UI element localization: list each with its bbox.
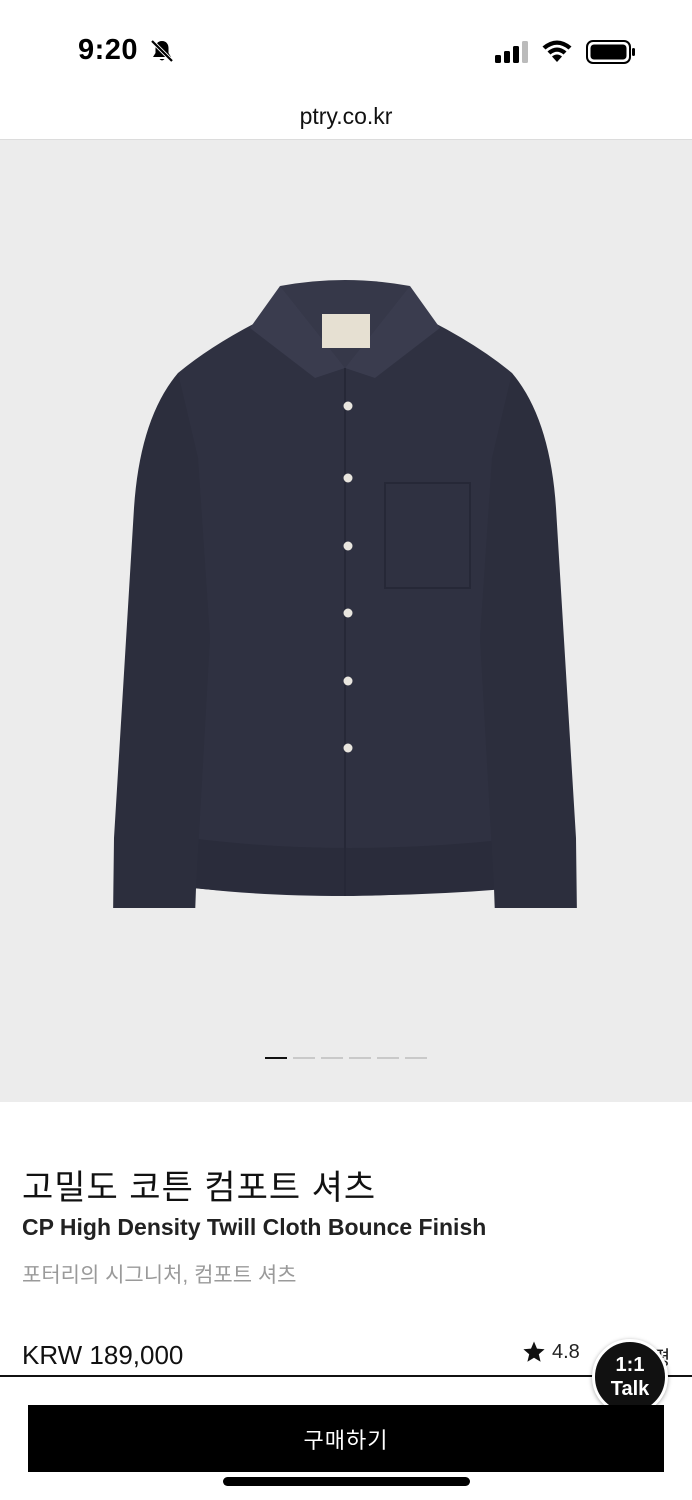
bell-slash-icon bbox=[150, 39, 174, 63]
url-text: ptry.co.kr bbox=[299, 103, 393, 129]
one-to-one-talk-button[interactable]: 1:1 Talk bbox=[592, 1339, 668, 1415]
wifi-icon bbox=[542, 40, 572, 62]
price-row: KRW 189,000 4.8 평 bbox=[0, 1330, 692, 1376]
signal-icon bbox=[495, 41, 528, 63]
address-bar[interactable]: ptry.co.kr bbox=[0, 100, 692, 140]
gallery-dot-6[interactable] bbox=[405, 1057, 427, 1059]
product-photo bbox=[113, 280, 577, 908]
gallery-dot-3[interactable] bbox=[321, 1057, 343, 1059]
product-title-english: CP High Density Twill Cloth Bounce Finis… bbox=[22, 1214, 487, 1240]
gallery-pagination[interactable] bbox=[265, 1057, 427, 1061]
product-title-korean: 고밀도 코튼 컴포트 셔츠 bbox=[22, 1169, 377, 1207]
product-tagline: 포터리의 시그니처, 컴포트 셔츠 bbox=[22, 1264, 297, 1287]
product-image-gallery[interactable] bbox=[0, 140, 692, 1102]
home-indicator[interactable] bbox=[223, 1477, 470, 1486]
gallery-dot-2[interactable] bbox=[293, 1057, 315, 1059]
rating-value: 4.8 bbox=[552, 1340, 580, 1363]
battery-icon bbox=[586, 40, 635, 64]
gallery-dot-1[interactable] bbox=[265, 1057, 287, 1059]
talk-line2: Talk bbox=[610, 1378, 650, 1400]
buy-button[interactable]: 구매하기 bbox=[28, 1405, 664, 1472]
status-time: 9:20 bbox=[78, 34, 139, 66]
star-icon bbox=[523, 1341, 545, 1362]
product-rating[interactable]: 4.8 bbox=[522, 1340, 580, 1364]
product-price: KRW 189,000 bbox=[22, 1340, 184, 1370]
status-bar: 9:20 bbox=[0, 0, 692, 100]
divider bbox=[0, 1375, 692, 1377]
talk-line1: 1:1 bbox=[615, 1354, 645, 1376]
gallery-dot-4[interactable] bbox=[349, 1057, 371, 1059]
gallery-dot-5[interactable] bbox=[377, 1057, 399, 1059]
